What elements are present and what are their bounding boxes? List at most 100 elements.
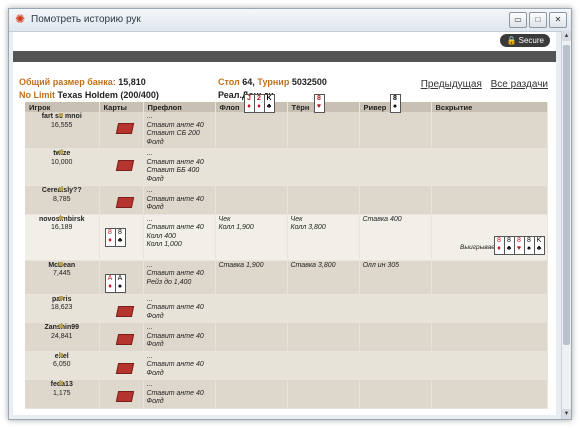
river-cell: Олл ин 305 bbox=[359, 260, 432, 295]
preflop-cell: ... Ставит анте 40 Колл 400 Колл 1,000 bbox=[143, 214, 216, 261]
river-cell: Ставка 400 bbox=[359, 214, 432, 261]
card-suit: ♠ bbox=[118, 282, 122, 290]
card-back-icon bbox=[115, 197, 134, 208]
player-stack: 16,555 bbox=[51, 121, 73, 129]
col-player: Игрок bbox=[25, 102, 100, 112]
action-line: ... bbox=[146, 295, 153, 303]
flop-cell bbox=[215, 148, 288, 186]
action-line: Ставит ББ 400 bbox=[146, 167, 200, 174]
preflop-cell: ... Ставит анте 40 Рейз до 1,400 bbox=[143, 260, 216, 295]
table-row: eltel6,050...Ставит анте 40Фолд bbox=[25, 351, 548, 380]
playing-card: K ♣ bbox=[263, 94, 275, 113]
action-line: Ставит анте 40 bbox=[146, 224, 204, 231]
flop-cell bbox=[215, 322, 288, 352]
river-cell bbox=[359, 148, 432, 186]
preflop-cell: ... Ставит анте 40 Фолд bbox=[143, 322, 216, 352]
card-suit: ♥ bbox=[516, 244, 522, 252]
seat-marker-icon bbox=[58, 187, 63, 191]
card-suit: ♥ bbox=[316, 103, 322, 110]
card-suit: ♣ bbox=[536, 244, 542, 252]
card-back-icon bbox=[115, 160, 134, 171]
action-line: Фолд bbox=[146, 369, 164, 377]
card-back-icon bbox=[115, 391, 134, 402]
card-back-icon bbox=[115, 305, 134, 317]
card-rank: 8 bbox=[393, 95, 397, 102]
scroll-up-icon[interactable]: ▲ bbox=[562, 31, 571, 41]
card-rank: 8 bbox=[527, 236, 531, 244]
table-label: Стол bbox=[218, 77, 240, 87]
seat-marker-icon bbox=[58, 113, 63, 117]
flop-cell: Чек Колл 1,900 bbox=[215, 214, 288, 261]
cards-cell bbox=[99, 379, 144, 409]
action-line: Ставка 3,800 bbox=[290, 261, 336, 269]
turn-cell bbox=[287, 351, 360, 380]
playing-card: A ♠ bbox=[114, 273, 126, 293]
action-line: Ставит СБ 200 bbox=[146, 130, 200, 137]
cards-cell: A ♦ A ♠ bbox=[99, 260, 144, 295]
action-line: ... bbox=[146, 261, 153, 269]
player-cell: fart so mnoi16,555 bbox=[25, 112, 100, 149]
table-row: Cerealsly??8,785...Ставит анте 40Фолд bbox=[25, 185, 548, 215]
scroll-down-icon[interactable]: ▼ bbox=[562, 409, 571, 419]
showdown-hand: 8 ♦ 8 ♣ 8 ♥ 8 ♠ K ♣ bbox=[493, 235, 545, 255]
action-line: Ставит анте 40 bbox=[146, 304, 204, 311]
playing-card: K ♣ bbox=[533, 235, 545, 255]
showdown-cell: 8♦8♣8♥8♠K♣КареВыигрывает главный банк bbox=[431, 214, 548, 261]
showdown-cell bbox=[431, 148, 548, 186]
card-rank: 8 bbox=[497, 236, 501, 244]
card-back-icon bbox=[115, 362, 134, 374]
app-logo-icon: ✺ bbox=[15, 12, 26, 26]
table-row: McBean7,445A♦A♠...Ставит анте 40Рейз до … bbox=[25, 260, 548, 295]
table-header: Игрок Карты Префлоп Флоп J ♦ 2 ♦ K ♣ Тёрн 8 ♥ Ри… bbox=[25, 94, 548, 113]
action-line: ... bbox=[146, 150, 153, 157]
scroll-thumb[interactable] bbox=[563, 45, 570, 345]
showdown-cell bbox=[431, 185, 548, 215]
card-rank: 8 bbox=[108, 228, 112, 236]
minimize-button[interactable]: ▭ bbox=[509, 12, 527, 28]
card-suit: ♣ bbox=[266, 103, 272, 110]
player-stack: 7,445 bbox=[52, 270, 71, 277]
close-button[interactable]: ✕ bbox=[549, 12, 567, 28]
flop-cell bbox=[215, 351, 288, 380]
seat-marker-icon bbox=[58, 215, 63, 220]
maximize-button[interactable]: □ bbox=[529, 12, 547, 28]
table-value: 64, bbox=[242, 77, 255, 87]
action-line: Фолд bbox=[146, 341, 164, 348]
action-line: Фолд bbox=[146, 204, 164, 211]
preflop-cell: ... Ставит анте 40 Ставит ББ 400 Фолд bbox=[143, 148, 216, 186]
nav-links: Предыдущая Все раздачи bbox=[415, 79, 548, 90]
hand-info: Общий размер банка: 15,810 No Limit Texa… bbox=[13, 62, 556, 107]
vertical-scrollbar[interactable]: ▲ ▼ bbox=[561, 31, 571, 419]
seat-marker-icon bbox=[58, 352, 63, 357]
seat-marker-icon bbox=[58, 381, 63, 385]
player-cell: novosimbirsk16,189 bbox=[25, 214, 100, 261]
action-line: Ставит анте 40 bbox=[146, 332, 204, 340]
secure-label: Secure bbox=[518, 36, 544, 45]
cards-cell bbox=[99, 112, 144, 149]
flop-cell bbox=[215, 185, 288, 215]
card-rank: 8 bbox=[507, 236, 511, 244]
card-back-icon bbox=[115, 334, 134, 345]
card-suit: ♠ bbox=[527, 244, 531, 252]
action-line: ... bbox=[146, 113, 153, 120]
action-line: Олл ин 305 bbox=[362, 261, 400, 269]
turn-cell bbox=[287, 379, 360, 409]
preflop-cell: ... Ставит анте 40 Фолд bbox=[143, 185, 216, 215]
action-line: Ставит анте 40 bbox=[146, 195, 204, 203]
card-suit: ♦ bbox=[257, 103, 261, 110]
player-stack: 6,050 bbox=[52, 361, 71, 368]
action-line: Фолд bbox=[146, 138, 164, 146]
card-rank: K bbox=[266, 95, 272, 102]
previous-link[interactable]: Предыдущая bbox=[421, 79, 482, 90]
title-bar[interactable]: ✺ Помотреть историю рук ▭ □ ✕ bbox=[9, 9, 571, 32]
action-line: Фолд bbox=[146, 175, 164, 183]
turn-cell: Ставка 3,800 bbox=[287, 260, 360, 295]
action-line: Фолд bbox=[146, 398, 164, 405]
player-cell: Zanshin9924,841 bbox=[25, 322, 100, 352]
all-hands-link[interactable]: Все раздачи bbox=[491, 79, 548, 90]
col-turn-label: Тёрн bbox=[291, 102, 310, 112]
hand-history-window: ✺ Помотреть историю рук ▭ □ ✕ 🔒 Secure О… bbox=[8, 8, 572, 420]
river-board-card: 8 ♠ bbox=[389, 94, 401, 113]
cards-cell bbox=[99, 185, 144, 215]
turn-cell bbox=[287, 112, 360, 149]
